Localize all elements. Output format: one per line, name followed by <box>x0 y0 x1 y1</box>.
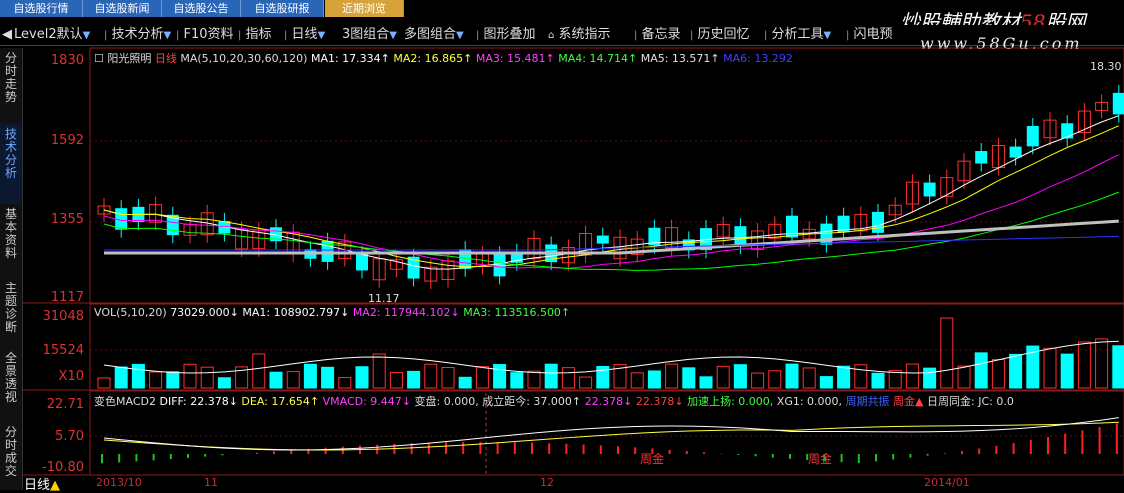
volume-bar <box>1095 338 1109 389</box>
volume-bar <box>372 353 386 389</box>
volume-bar <box>183 363 197 389</box>
volume-bar <box>389 371 403 389</box>
volume-bar <box>217 377 231 389</box>
volume-bar <box>751 372 765 389</box>
volume-bar <box>940 317 954 389</box>
volume-bar <box>579 376 593 389</box>
macd-zhoujin-mark-1: 周金 <box>640 452 665 466</box>
volume-bar <box>200 366 214 389</box>
date-tick-3: 12 <box>540 476 554 489</box>
volume-bar <box>682 367 696 389</box>
volume-bars-group <box>97 317 1124 389</box>
volume-bar <box>527 370 541 389</box>
candle-down <box>1061 123 1074 139</box>
price-tick-1: 1830 <box>50 53 84 68</box>
volume-bar <box>837 365 851 389</box>
volume-bar <box>923 367 937 389</box>
candle-down <box>872 211 884 233</box>
candle-down <box>734 226 747 246</box>
volume-bar <box>974 352 988 389</box>
volume-bar <box>493 364 507 389</box>
volume-bar <box>716 365 730 389</box>
vol-tick-1: 31048 <box>42 309 84 324</box>
volume-bar <box>510 372 524 389</box>
macd-zhoujin-mark-2: 周金 <box>808 452 833 466</box>
volume-bar <box>630 372 644 389</box>
volume-bar <box>269 371 283 389</box>
volume-bar <box>166 371 180 389</box>
kline-chart-canvas[interactable] <box>0 0 1124 486</box>
volume-bar <box>665 363 679 389</box>
price-tick-2: 1592 <box>50 133 84 148</box>
vol-tick-2: 15524 <box>42 343 84 358</box>
macd-group <box>101 417 1119 464</box>
volume-bar <box>286 371 300 389</box>
macd-header: 变色MACD2 DIFF: 22.378↓ DEA: 17.654↑ VMACD… <box>94 395 1014 408</box>
candle-down <box>596 235 609 244</box>
low-price-label: 11.17 <box>368 292 400 305</box>
ma2-line <box>103 125 1120 268</box>
candle-down <box>1009 146 1022 158</box>
volume-bar <box>114 366 128 389</box>
volume-bar <box>544 363 558 389</box>
volume-bar <box>957 365 971 389</box>
main-indicator-header: ☐ 阳光照明 日线 MA(5,10,20,30,60,120) MA1: 17.… <box>94 52 793 65</box>
volume-header: VOL(5,10,20) 73029.000↓ MA1: 108902.797↓… <box>94 306 571 319</box>
ma-lines-group <box>103 115 1120 271</box>
price-tick-3: 1355 <box>50 212 84 227</box>
ma6-line <box>104 235 1119 251</box>
volume-bar <box>407 370 421 389</box>
candle-down <box>356 253 368 271</box>
ma1-line <box>103 115 1119 270</box>
volume-bar <box>561 367 575 389</box>
volume-bar <box>905 363 919 389</box>
volume-bar <box>97 377 111 389</box>
candle-down <box>1026 125 1039 147</box>
candle-down <box>975 151 988 164</box>
volume-bar <box>355 366 369 389</box>
volume-bar <box>991 359 1005 389</box>
volume-bar <box>785 363 799 389</box>
macd-tick-2: 5.70 <box>55 429 84 444</box>
candle-down <box>923 182 936 197</box>
volume-bar <box>768 370 782 389</box>
macd-tick-1: 22.71 <box>46 397 84 412</box>
candles-group <box>97 84 1124 290</box>
macd-diff-line <box>103 417 1119 451</box>
volume-bar <box>149 371 163 389</box>
price-tick-4: 1117 <box>50 290 84 305</box>
volume-bar <box>647 370 661 389</box>
volume-bar <box>1112 345 1124 389</box>
volume-bar <box>424 363 438 389</box>
volume-bar <box>699 376 713 389</box>
volume-bar <box>338 377 352 389</box>
high-price-label: 18.30 <box>1090 60 1122 73</box>
volume-bar <box>252 353 266 389</box>
volume-bar <box>888 370 902 389</box>
date-tick-4: 2014/01 <box>924 476 970 489</box>
volume-bar <box>131 363 145 389</box>
date-tick-1: 2013/10 <box>96 476 142 489</box>
candle-down <box>1112 92 1124 115</box>
volume-bar <box>475 366 489 389</box>
volume-bar <box>819 376 833 389</box>
volume-bar <box>1077 341 1091 389</box>
volume-bar <box>458 376 472 389</box>
volume-bar <box>871 372 885 389</box>
volume-bar <box>321 366 335 389</box>
macd-tick-3: -10.80 <box>42 460 84 475</box>
volume-bar <box>303 363 317 389</box>
main-pane-border <box>89 47 1124 304</box>
volume-bar <box>1009 353 1023 389</box>
volume-bar <box>802 367 816 389</box>
date-tick-2: 11 <box>204 476 218 489</box>
period-label[interactable]: 日线▲ <box>24 474 60 493</box>
volume-bar <box>1043 347 1057 389</box>
volume-ma-line <box>103 340 1119 374</box>
volume-bar <box>733 364 747 389</box>
volume-bar <box>1060 353 1074 389</box>
vol-tick-3: X10 <box>58 369 84 384</box>
volume-bar <box>441 366 455 389</box>
volume-bar <box>854 364 868 389</box>
